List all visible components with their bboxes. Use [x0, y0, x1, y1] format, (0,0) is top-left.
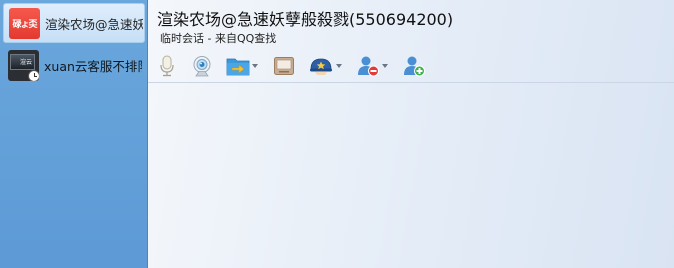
- conversation-item-xuan-cloud-support[interactable]: 渲云 xuan云客服不排队: [3, 45, 145, 85]
- chat-toolbar: [156, 52, 426, 80]
- chat-subtitle: 临时会话 - 来自QQ查找: [160, 32, 277, 45]
- block-contact-button[interactable]: [356, 53, 380, 79]
- remove-contact-icon: [358, 56, 379, 77]
- add-friend-button[interactable]: [402, 53, 426, 79]
- conversation-name: 渲染农场@急速妖孽般: [45, 16, 143, 32]
- apps-button[interactable]: [308, 53, 334, 79]
- chat-title: 渲染农场@急速妖孽般殺戮(550694200): [157, 10, 454, 29]
- toolbar-divider: [148, 82, 674, 83]
- remote-assist-button[interactable]: [272, 53, 296, 79]
- app-hat-icon: [310, 58, 332, 75]
- avatar-text: 渲云: [20, 58, 33, 66]
- add-contact-icon: [404, 56, 425, 77]
- conversation-item-render-farm[interactable]: 碌ょ奀 渲染农场@急速妖孽般: [3, 3, 145, 43]
- clock-icon: [28, 69, 39, 81]
- chat-window: 渲染农场@急速妖孽般殺戮(550694200) 临时会话 - 来自QQ查找: [148, 0, 674, 268]
- send-file-dropdown[interactable]: [250, 53, 260, 79]
- conversation-sidebar: 碌ょ奀 渲染农场@急速妖孽般 渲云 xuan云客服不排队: [0, 0, 148, 268]
- avatar: 碌ょ奀: [9, 7, 40, 39]
- video-call-button[interactable]: [190, 53, 214, 79]
- avatar: 渲云: [8, 49, 39, 81]
- apps-dropdown[interactable]: [334, 53, 344, 79]
- send-file-icon: [226, 58, 250, 76]
- send-file-button[interactable]: [226, 53, 250, 79]
- avatar-text: 碌ょ奀: [12, 19, 37, 30]
- microphone-icon: [160, 55, 174, 77]
- screen-share-icon: [274, 57, 294, 75]
- block-contact-dropdown[interactable]: [380, 53, 390, 79]
- webcam-icon: [193, 56, 211, 77]
- voice-call-button[interactable]: [156, 53, 178, 79]
- conversation-name: xuan云客服不排队: [44, 58, 142, 74]
